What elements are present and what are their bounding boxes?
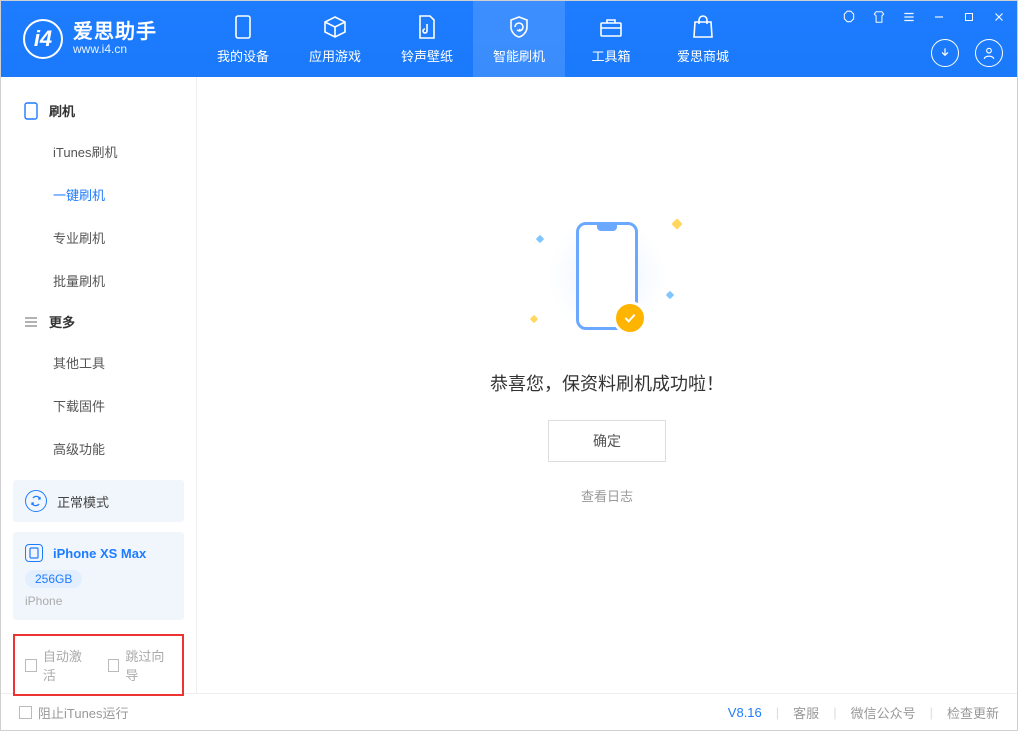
sync-icon <box>25 490 47 512</box>
toolbox-icon <box>598 14 624 40</box>
device-icon <box>25 544 43 562</box>
account-controls <box>931 39 1003 67</box>
check-update-link[interactable]: 检查更新 <box>947 703 999 722</box>
music-file-icon <box>414 14 440 40</box>
title-bar: i4 爱思助手 www.i4.cn 我的设备 应用游戏 铃声壁纸 智能刷机 工具… <box>1 1 1017 77</box>
auto-activate-checkbox[interactable]: 自动激活 <box>25 646 90 684</box>
wechat-link[interactable]: 微信公众号 <box>851 703 916 722</box>
account-button[interactable] <box>975 39 1003 67</box>
sidebar-group-flash: 刷机 <box>1 91 196 130</box>
success-message: 恭喜您，保资料刷机成功啦！ <box>490 370 724 396</box>
checkbox-icon <box>108 659 120 672</box>
sidebar-item-oneclick-flash[interactable]: 一键刷机 <box>1 173 196 216</box>
sidebar-group-more: 更多 <box>1 302 196 341</box>
device-name: iPhone XS Max <box>53 546 146 561</box>
phone-icon <box>230 14 256 40</box>
success-illustration <box>527 206 687 346</box>
group-title: 刷机 <box>49 101 75 120</box>
skin-icon[interactable] <box>871 9 887 25</box>
tab-ringtone-wallpaper[interactable]: 铃声壁纸 <box>381 1 473 77</box>
close-button[interactable] <box>991 9 1007 25</box>
check-badge-icon <box>613 301 647 335</box>
minimize-button[interactable] <box>931 9 947 25</box>
sidebar-item-pro-flash[interactable]: 专业刷机 <box>1 216 196 259</box>
shopping-bag-icon <box>690 14 716 40</box>
separator: | <box>833 705 836 720</box>
app-name: 爱思助手 <box>73 21 157 43</box>
support-link[interactable]: 客服 <box>793 703 819 722</box>
device-mode-card[interactable]: 正常模式 <box>13 480 184 522</box>
list-icon <box>23 314 39 330</box>
checkbox-label: 阻止iTunes运行 <box>38 703 129 722</box>
device-card[interactable]: iPhone XS Max 256GB iPhone <box>13 532 184 620</box>
version-label: V8.16 <box>728 705 762 720</box>
sidebar-item-other-tools[interactable]: 其他工具 <box>1 341 196 384</box>
download-button[interactable] <box>931 39 959 67</box>
logo-icon: i4 <box>23 19 63 59</box>
feedback-icon[interactable] <box>841 9 857 25</box>
device-capacity: 256GB <box>25 570 82 588</box>
tab-smart-flash[interactable]: 智能刷机 <box>473 1 565 77</box>
window-controls <box>841 9 1007 25</box>
refresh-shield-icon <box>506 14 532 40</box>
skip-guide-checkbox[interactable]: 跳过向导 <box>108 646 173 684</box>
device-model: iPhone <box>25 594 172 608</box>
checkbox-label: 自动激活 <box>43 646 90 684</box>
cube-icon <box>322 14 348 40</box>
group-title: 更多 <box>49 312 75 331</box>
app-url: www.i4.cn <box>73 43 157 56</box>
flash-options-row: 自动激活 跳过向导 <box>13 634 184 696</box>
tab-toolbox[interactable]: 工具箱 <box>565 1 657 77</box>
tab-label: 工具箱 <box>591 46 630 65</box>
tab-label: 应用游戏 <box>309 46 361 65</box>
ok-button[interactable]: 确定 <box>548 420 666 462</box>
menu-icon[interactable] <box>901 9 917 25</box>
sidebar-item-batch-flash[interactable]: 批量刷机 <box>1 259 196 302</box>
block-itunes-checkbox[interactable]: 阻止iTunes运行 <box>19 703 129 722</box>
tab-label: 智能刷机 <box>493 46 545 65</box>
sidebar: 刷机 iTunes刷机 一键刷机 专业刷机 批量刷机 更多 其他工具 下载固件 … <box>1 77 197 693</box>
sidebar-item-download-firmware[interactable]: 下载固件 <box>1 384 196 427</box>
view-log-link[interactable]: 查看日志 <box>581 486 633 505</box>
mode-label: 正常模式 <box>57 492 109 511</box>
tab-apps-games[interactable]: 应用游戏 <box>289 1 381 77</box>
tab-store[interactable]: 爱思商城 <box>657 1 749 77</box>
sidebar-item-itunes-flash[interactable]: iTunes刷机 <box>1 130 196 173</box>
phone-outline-icon <box>23 103 39 119</box>
tab-label: 我的设备 <box>217 46 269 65</box>
checkbox-label: 跳过向导 <box>125 646 172 684</box>
app-logo: i4 爱思助手 www.i4.cn <box>1 1 197 77</box>
main-panel: 恭喜您，保资料刷机成功啦！ 确定 查看日志 <box>197 77 1017 693</box>
tab-my-device[interactable]: 我的设备 <box>197 1 289 77</box>
separator: | <box>930 705 933 720</box>
separator: | <box>776 705 779 720</box>
checkbox-icon <box>19 706 32 719</box>
tab-label: 爱思商城 <box>677 46 729 65</box>
tab-label: 铃声壁纸 <box>401 46 453 65</box>
maximize-button[interactable] <box>961 9 977 25</box>
sidebar-item-advanced[interactable]: 高级功能 <box>1 427 196 470</box>
phone-icon <box>576 222 638 330</box>
checkbox-icon <box>25 659 37 672</box>
top-tabs: 我的设备 应用游戏 铃声壁纸 智能刷机 工具箱 爱思商城 <box>197 1 749 77</box>
